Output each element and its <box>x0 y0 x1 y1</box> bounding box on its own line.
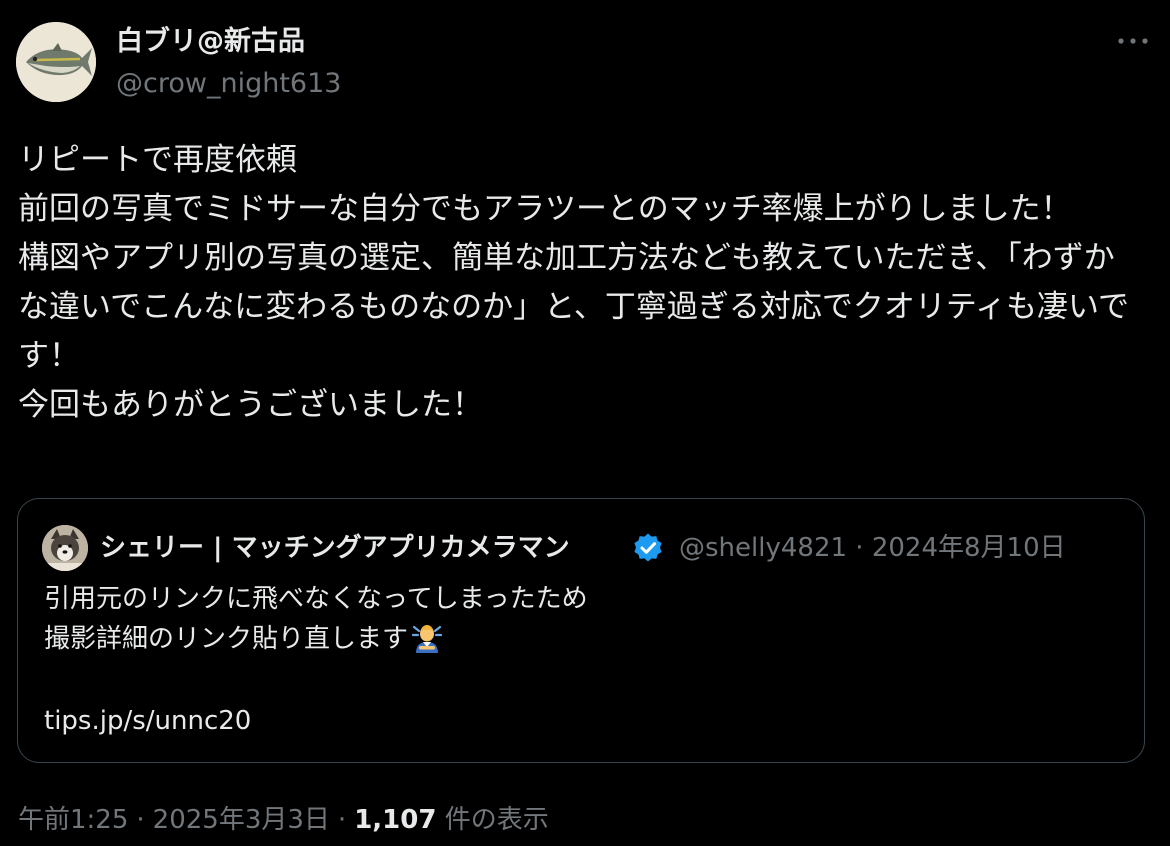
quoted-meta-separator: · <box>855 533 864 563</box>
tweet-date[interactable]: 2025年3月3日 <box>153 805 330 835</box>
tweet-footer: 午前1:25 · 2025年3月3日 · 1,107 件の表示 <box>18 800 549 840</box>
views-label[interactable]: 件の表示 <box>445 805 549 835</box>
tweet-header: 白ブリ@新古品 @crow_night613 <box>16 20 1154 104</box>
quoted-author-display-name[interactable]: シェリー | マッチングアプリカメラマン <box>100 531 570 565</box>
author-display-name[interactable]: 白ブリ@新古品 <box>116 24 341 60</box>
views-count[interactable]: 1,107 <box>354 805 436 835</box>
quoted-tweet-text-content: 引用元のリンクに飛べなくなってしまったため 撮影詳細のリンク貼り直します <box>44 584 588 654</box>
quoted-author-avatar[interactable] <box>42 525 88 571</box>
footer-separator: · <box>136 805 145 835</box>
quoted-tweet-date[interactable]: 2024年8月10日 <box>872 533 1066 563</box>
verified-badge-icon <box>632 532 664 564</box>
quoted-tweet-text: 引用元のリンクに飛べなくなってしまったため 撮影詳細のリンク貼り直します <box>44 579 1114 659</box>
quoted-tweet-header: シェリー | マッチングアプリカメラマン @shelly4821 · 2024年… <box>42 523 1122 571</box>
author-handle[interactable]: @crow_night613 <box>116 66 341 102</box>
quoted-tweet-link[interactable]: tips.jp/s/unnc20 <box>44 701 251 741</box>
fish-avatar-icon <box>16 22 96 102</box>
tweet-text: リピートで再度依頼 前回の写真でミドサーな自分でもアラツーとのマッチ率爆上がりし… <box>18 142 1130 423</box>
more-horizontal-icon <box>1118 38 1148 44</box>
dog-avatar-icon <box>42 525 88 571</box>
tweet-time[interactable]: 午前1:25 <box>18 805 128 835</box>
more-options-button[interactable] <box>1116 28 1150 54</box>
person-bowing-emoji-icon <box>410 620 444 654</box>
footer-separator: · <box>337 805 347 835</box>
author-avatar[interactable] <box>16 22 96 102</box>
quoted-tweet-card[interactable]: シェリー | マッチングアプリカメラマン @shelly4821 · 2024年… <box>17 498 1145 763</box>
quoted-author-handle[interactable]: @shelly4821 <box>679 533 847 563</box>
